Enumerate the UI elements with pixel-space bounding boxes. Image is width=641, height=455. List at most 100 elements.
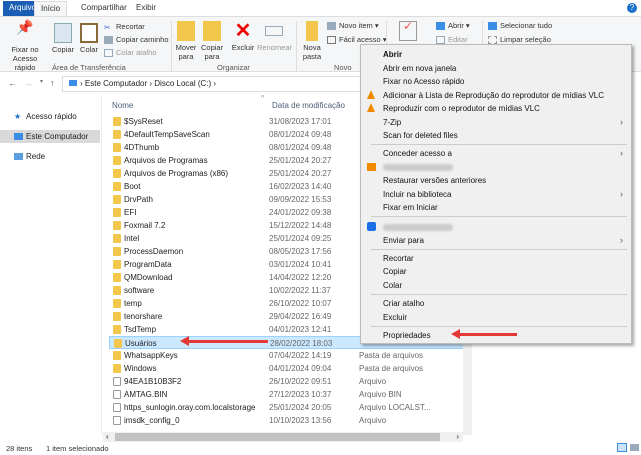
computer-icon [69,80,77,86]
file-date: 14/04/2022 12:20 [269,273,332,282]
file-date: 04/01/2024 09:04 [269,364,332,373]
move-folder-icon [177,21,195,41]
menu-7zip[interactable]: 7-Zip [383,118,401,127]
nav-quick-access[interactable]: ★ Acesso rápido [0,110,100,123]
blurred-menu-item[interactable] [383,164,453,171]
file-row[interactable]: WhatsappKeys 07/04/2022 14:19 Pasta de a… [109,349,471,362]
menu-separator [371,144,627,145]
new-group-label: Novo [334,63,352,72]
edit-button[interactable]: Editar [436,35,468,45]
details-view-icon[interactable] [617,443,627,452]
chevron-right-icon: › [620,148,623,158]
menu-vlc-play[interactable]: Reproduzir com o reprodutor de mídias VL… [383,104,540,113]
menu-vlc-add-playlist[interactable]: Adicionar à Lista de Reprodução do repro… [383,91,604,100]
menu-separator [371,326,627,327]
annotation-arrow-properties [451,329,517,339]
copy-to-button[interactable]: Copiar para [201,21,223,61]
new-item-button[interactable]: Novo item ▾ [327,21,379,31]
copy-icon [54,23,72,43]
file-date: 10/02/2022 11:37 [269,286,331,295]
clear-selection-button[interactable]: Limpar seleção [488,35,551,45]
open-button[interactable]: Abrir ▾ [436,21,470,31]
clipboard-icon [80,23,98,43]
paste-shortcut-button[interactable]: Colar atalho [104,48,156,58]
folder-icon [113,169,121,178]
menu-grant-access[interactable]: Conceder acesso a [383,149,452,158]
menu-paste[interactable]: Colar [383,281,402,290]
paste-button[interactable]: Colar [78,23,100,54]
cut-button[interactable]: ✂ Recortar [104,22,145,32]
select-all-button[interactable]: Selecionar tudo [488,21,552,31]
horizontal-scrollbar[interactable]: ‹ › [103,432,463,442]
pin-icon: 📌 [16,19,34,35]
tab-view[interactable]: Exibir [130,1,162,16]
selection-count: 1 item selecionado [46,444,109,453]
menu-create-shortcut[interactable]: Criar atalho [383,299,424,308]
breadcrumb-item[interactable]: Disco Local (C:) [154,79,211,88]
menu-copy[interactable]: Copiar [383,267,407,276]
folder-icon [113,156,121,165]
menu-include-library[interactable]: Incluir na biblioteca [383,190,451,199]
help-icon[interactable]: ? [627,3,637,13]
folder-icon [114,339,122,348]
file-name: 4DThumb [124,143,160,152]
rename-button[interactable]: Renomear [257,21,292,52]
blurred-menu-item[interactable] [383,224,453,231]
menu-separator [371,249,627,250]
nav-this-pc[interactable]: Este Computador [0,130,100,143]
folder-icon [113,221,121,230]
move-to-button[interactable]: Mover para [175,21,197,61]
menu-send-to[interactable]: Enviar para [383,236,424,245]
file-row[interactable]: https_sunlogin.oray.com.localstorage 25/… [109,401,471,414]
file-name: Intel [124,234,140,243]
menu-scan-deleted[interactable]: Scan for deleted files [383,131,458,140]
file-type: Pasta de arquivos [359,364,424,373]
menu-open[interactable]: Abrir [383,50,402,59]
file-name: EFI [124,208,137,217]
file-type: Arquivo BIN [359,390,402,399]
file-name: Boot [124,182,141,191]
easy-access-button[interactable]: Fácil acesso ▾ [327,35,387,45]
back-icon[interactable]: ← [8,78,17,88]
folder-icon [113,260,121,269]
forward-icon[interactable]: → [24,78,33,88]
large-icons-view-icon[interactable] [630,444,639,451]
up-icon[interactable]: ↑ [50,78,55,88]
nav-network[interactable]: Rede [0,150,100,163]
copy-button[interactable]: Copiar [50,23,76,54]
pin-quick-access-button[interactable]: 📌 Fixar no Acesso rápido [2,19,48,72]
menu-properties[interactable]: Propriedades [383,331,431,340]
file-row[interactable]: Windows 04/01/2024 09:04 Pasta de arquiv… [109,362,471,375]
delete-x-icon: ✕ [234,20,252,42]
menu-separator [371,216,627,217]
menu-open-new-window[interactable]: Abrir em nova janela [383,64,456,73]
menu-delete[interactable]: Excluir [383,313,407,322]
delete-button[interactable]: ✕ Excluir [230,21,256,52]
folder-icon [113,351,121,360]
ribbon-tabs: Arquivo Início Compartilhar Exibir ? [0,0,641,16]
tab-share[interactable]: Compartilhar [75,1,133,16]
file-date: 26/10/2022 09:51 [269,377,332,386]
status-bar: 28 itens 1 item selecionado [0,442,641,455]
properties-button[interactable]: ✓ [398,20,418,43]
folder-icon [113,208,121,217]
file-date: 10/10/2023 13:56 [269,416,332,425]
file-name: Windows [124,364,157,373]
recent-dropdown-icon[interactable]: ▾ [40,78,43,85]
column-header-name[interactable]: Nome [112,101,133,110]
tab-home[interactable]: Início [34,1,68,16]
file-row[interactable]: imsdk_config_0 10/10/2023 13:56 Arquivo [109,414,471,427]
file-row[interactable]: AMTAG.BIN 27/12/2023 10:37 Arquivo BIN [109,388,471,401]
file-name: software [124,286,155,295]
column-header-date[interactable]: Data de modificação [272,101,345,110]
file-name: Arquivos de Programas (x86) [124,169,229,178]
copy-path-button[interactable]: Copiar caminho [104,35,169,45]
menu-cut[interactable]: Recortar [383,254,414,263]
file-date: 15/12/2022 14:48 [269,221,332,230]
file-row[interactable]: 94EA1B10B3F2 26/10/2022 09:51 Arquivo [109,375,471,388]
menu-pin-quick-access[interactable]: Fixar no Acesso rápido [383,77,464,86]
menu-restore-versions[interactable]: Restaurar versões anteriores [383,176,486,185]
menu-pin-start[interactable]: Fixar em Iniciar [383,203,438,212]
breadcrumb-item[interactable]: Este Computador [85,79,147,88]
new-folder-button[interactable]: Nova pasta [300,21,324,61]
